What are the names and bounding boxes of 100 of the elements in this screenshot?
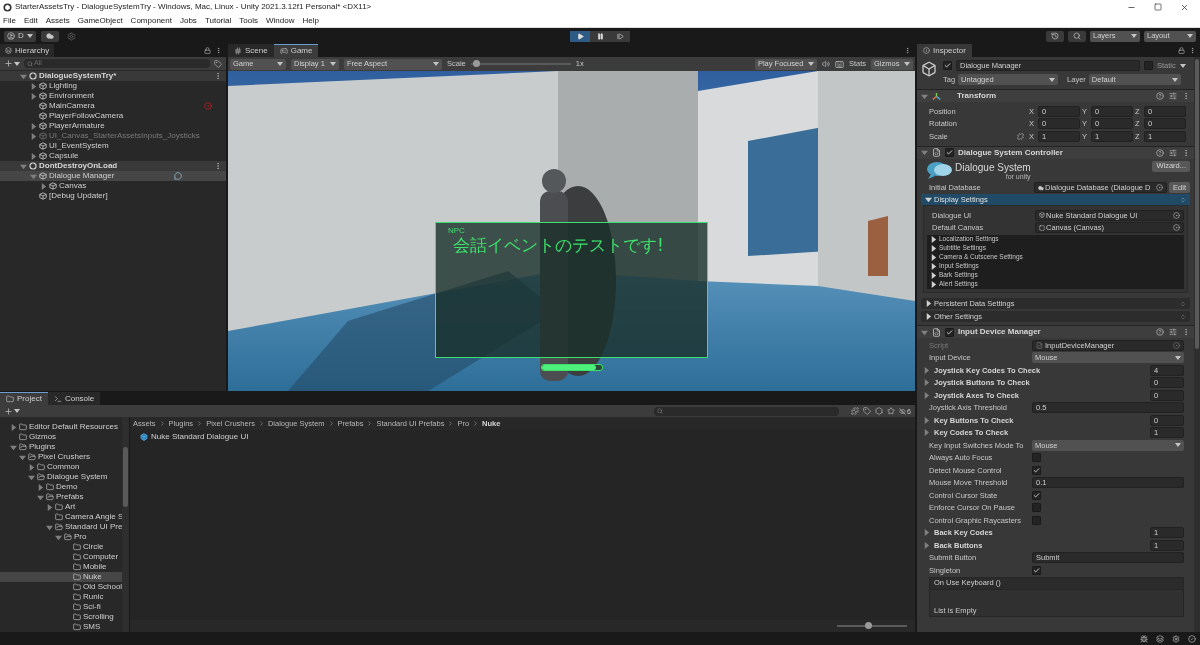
checkbox[interactable] <box>1032 465 1041 475</box>
menu-item[interactable]: Edit <box>23 16 38 25</box>
cloud-button[interactable] <box>40 30 59 42</box>
more-icon[interactable] <box>214 72 222 80</box>
maximize-icon[interactable] <box>1154 3 1162 11</box>
component-header[interactable]: Transform <box>917 89 1194 102</box>
broken-link-icon[interactable] <box>1017 132 1024 140</box>
folder-item[interactable]: Nuke <box>0 572 122 582</box>
hierarchy-item[interactable]: Dialogue Manager <box>0 171 226 181</box>
more-icon[interactable] <box>1182 92 1190 100</box>
panel-tab[interactable]: Hierarchy <box>0 44 55 57</box>
folder-icon <box>19 433 27 441</box>
more-icon[interactable] <box>214 162 222 170</box>
item-label: Camera Angle S <box>65 513 122 521</box>
menu-item[interactable]: File <box>3 16 16 25</box>
menu-item[interactable]: Assets <box>45 16 70 25</box>
package-icon[interactable] <box>851 407 860 415</box>
cube-icon <box>39 122 47 130</box>
more-icon[interactable] <box>1182 328 1190 336</box>
panel-tab[interactable]: Inspector <box>917 44 972 57</box>
search-field[interactable] <box>654 406 840 416</box>
folder-icon <box>37 473 45 481</box>
audio-icon[interactable] <box>821 60 830 68</box>
cube-icon <box>921 61 937 77</box>
menu-item[interactable]: Jobs <box>179 16 197 25</box>
foldout-arrow-icon[interactable] <box>930 245 937 252</box>
close-icon[interactable] <box>1180 2 1189 12</box>
help-icon[interactable] <box>1156 328 1164 336</box>
menu-item[interactable]: Tools <box>239 16 258 25</box>
checkbox[interactable] <box>1032 515 1041 525</box>
help-icon[interactable] <box>1156 148 1164 157</box>
scale-slider-thumb[interactable] <box>472 60 480 67</box>
target-icon[interactable] <box>1156 184 1164 192</box>
folder-icon <box>55 513 63 521</box>
checkbox[interactable] <box>1032 453 1041 463</box>
add-icon[interactable] <box>4 59 13 68</box>
scene-icon <box>29 162 37 170</box>
component-header[interactable]: Dialogue System Controller <box>917 145 1194 159</box>
enable-checkbox[interactable] <box>945 148 954 157</box>
scrollbar[interactable] <box>122 417 129 632</box>
menu-item[interactable]: Window <box>265 16 295 25</box>
window-title: StarterAssetsTry - DialogueSystemTry - Windows, Mac, Linux - Unity 2021.3.12f1 Personal* <DX11> <box>15 3 372 11</box>
check-circle-icon[interactable] <box>1188 634 1196 643</box>
lock-icon[interactable] <box>1178 47 1185 54</box>
asset-item[interactable]: Nuke Standard Dialogue UI <box>140 432 905 442</box>
menu-item[interactable]: Component <box>130 16 172 25</box>
zoom-slider-thumb[interactable] <box>865 622 873 629</box>
keyboard-icon[interactable] <box>834 59 844 69</box>
settings-icon[interactable] <box>1172 634 1180 643</box>
scrollbar[interactable] <box>1194 57 1200 632</box>
item-label: Sci-fi <box>83 603 101 611</box>
foldout-arrow-icon[interactable] <box>930 272 937 279</box>
panel-tab[interactable]: Scene <box>228 44 274 57</box>
tab-icon <box>6 395 14 403</box>
active-checkbox[interactable] <box>943 61 952 70</box>
axes-icon <box>932 91 941 101</box>
foldout-arrow-icon[interactable] <box>925 300 932 307</box>
lock-icon[interactable] <box>204 47 211 54</box>
check-icon <box>944 62 951 69</box>
foldout-arrow-icon[interactable] <box>930 263 937 270</box>
menu-item[interactable]: GameObject <box>77 16 123 25</box>
bug-icon[interactable] <box>1140 634 1148 643</box>
checkbox[interactable] <box>1032 503 1041 513</box>
foldout-arrow-icon[interactable] <box>930 281 937 288</box>
item-label: Plugins <box>29 443 56 451</box>
history-button[interactable] <box>1046 30 1064 42</box>
search-button[interactable] <box>1068 30 1086 42</box>
menu-item[interactable]: Help <box>302 16 319 25</box>
stack-icon[interactable] <box>1156 634 1164 643</box>
scene-row[interactable]: DialogueSystemTry* <box>0 71 226 81</box>
target-icon[interactable] <box>1173 341 1180 349</box>
menu-item[interactable]: Tutorial <box>204 16 232 25</box>
play-button[interactable] <box>570 31 590 42</box>
checkbox[interactable] <box>1032 565 1041 575</box>
settings-icon[interactable] <box>1169 328 1177 336</box>
account-button[interactable]: D <box>4 30 36 42</box>
panel-tab[interactable]: Console <box>47 392 101 405</box>
panel-tab[interactable]: Project <box>0 392 48 405</box>
settings-icon[interactable] <box>1169 148 1177 157</box>
add-icon[interactable] <box>4 406 13 416</box>
foldout-arrow-icon[interactable] <box>930 254 937 261</box>
settings-icon[interactable] <box>1169 92 1177 100</box>
pause-button[interactable] <box>590 31 610 42</box>
more-icon[interactable] <box>1182 148 1190 157</box>
play-icon <box>576 33 584 40</box>
static-checkbox[interactable] <box>1144 61 1153 70</box>
caret-icon <box>1171 77 1178 82</box>
foldout-arrow-icon[interactable] <box>925 313 932 320</box>
checkbox[interactable] <box>1032 490 1041 500</box>
scene-row[interactable]: DontDestroyOnLoad <box>0 161 226 171</box>
cube-icon <box>39 92 47 100</box>
foldout-arrow-icon[interactable] <box>930 236 937 243</box>
label-icon[interactable] <box>863 407 872 415</box>
enable-checkbox[interactable] <box>945 327 954 337</box>
component-header[interactable]: Input Device Manager <box>917 325 1194 338</box>
panel-tab[interactable]: Game <box>273 44 319 57</box>
search-icon <box>1073 32 1081 40</box>
help-icon[interactable] <box>1156 92 1164 100</box>
favorite-icon[interactable] <box>887 407 896 415</box>
foldout-arrow-icon[interactable] <box>925 196 932 203</box>
